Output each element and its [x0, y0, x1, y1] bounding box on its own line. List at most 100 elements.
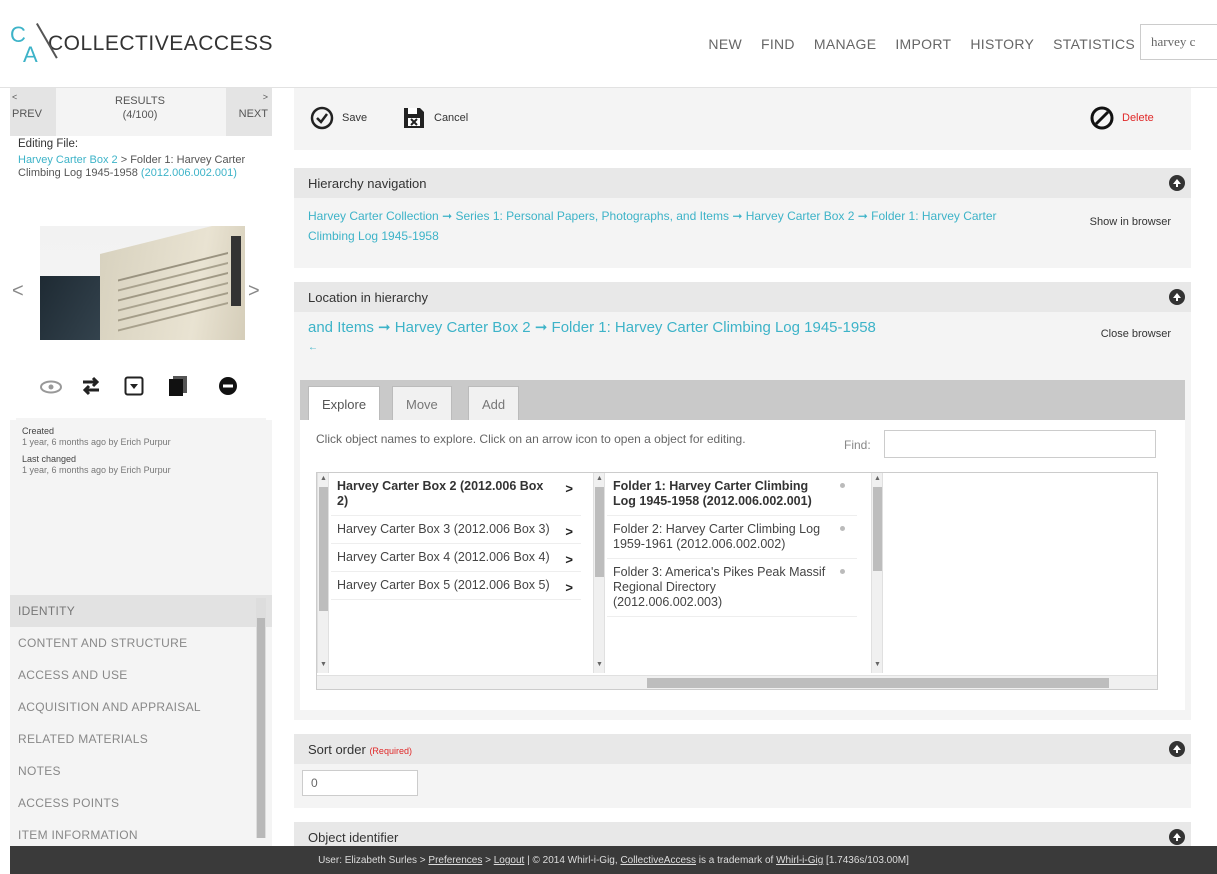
changed-label: Last changed [22, 454, 77, 464]
scrollbar-thumb[interactable] [647, 678, 1109, 688]
middle-column-scrollbar[interactable]: ▲ ▼ [593, 473, 605, 673]
explore-hint: Click object names to explore. Click on … [316, 432, 746, 446]
remove-icon[interactable] [218, 376, 238, 396]
status-dot-icon [840, 569, 845, 574]
media-actions [10, 340, 272, 420]
results-counter[interactable]: RESULTS (4/100) [100, 94, 180, 122]
eye-icon[interactable] [40, 380, 62, 394]
list-item[interactable]: Folder 2: Harvey Carter Climbing Log 195… [607, 516, 857, 559]
chevron-right-icon[interactable]: > [565, 580, 573, 595]
collapse-icon[interactable] [1169, 289, 1185, 305]
collapse-icon[interactable] [1169, 175, 1185, 191]
media-prev-icon[interactable]: < [12, 280, 24, 303]
collectiveaccess-link[interactable]: CollectiveAccess [620, 855, 696, 866]
app-logo[interactable]: C A COLLECTIVEACCESS [10, 22, 274, 67]
footer-trademark: is a trademark of [696, 855, 777, 866]
find-label: Find: [844, 438, 871, 452]
list-item[interactable]: Harvey Carter Box 4 (2012.006 Box 4) > [331, 544, 581, 572]
prev-result-button[interactable]: < PREV [10, 88, 56, 136]
hierarchy-nav-title: Hierarchy navigation [308, 176, 427, 191]
editing-label: Editing File: [18, 138, 79, 150]
editing-parent-link[interactable]: Harvey Carter Box 2 [18, 154, 118, 166]
left-column-scrollbar[interactable]: ▲ ▼ [317, 473, 329, 673]
section-nav-scrollbar[interactable] [256, 598, 266, 838]
section-notes[interactable]: NOTES [10, 755, 272, 787]
scroll-down-icon[interactable]: ▼ [596, 661, 603, 668]
hier-link-series[interactable]: Series 1: Personal Papers, Photographs, … [455, 209, 729, 223]
section-nav: IDENTITY CONTENT AND STRUCTURE ACCESS AN… [10, 595, 272, 851]
section-related[interactable]: RELATED MATERIALS [10, 723, 272, 755]
chevron-right-icon[interactable]: > [565, 481, 573, 496]
scroll-up-icon[interactable]: ▲ [320, 475, 327, 482]
list-item[interactable]: Harvey Carter Box 2 (2012.006 Box 2) > [331, 473, 581, 516]
logout-link[interactable]: Logout [494, 855, 525, 866]
quick-search-input[interactable]: harvey c [1140, 24, 1217, 60]
find-input[interactable] [884, 430, 1156, 458]
cancel-label: Cancel [434, 112, 469, 124]
dropdown-icon[interactable] [124, 376, 144, 396]
record-metadata: Created 1 year, 6 months ago by Erich Pu… [16, 418, 266, 490]
scroll-up-icon[interactable]: ▲ [874, 475, 881, 482]
section-access-use[interactable]: ACCESS AND USE [10, 659, 272, 691]
tab-move[interactable]: Move [392, 386, 452, 420]
location-breadcrumb[interactable]: and Items ➞ Harvey Carter Box 2 ➞ Folder… [294, 312, 1191, 342]
right-column-scrollbar[interactable]: ▲ ▼ [871, 473, 883, 673]
hierarchy-nav-panel: Hierarchy navigation Harvey Carter Colle… [294, 168, 1191, 268]
nav-new[interactable]: NEW [708, 36, 742, 52]
section-identity[interactable]: IDENTITY [10, 595, 272, 627]
back-arrow-icon[interactable]: ← [294, 342, 1191, 353]
scrollbar-thumb[interactable] [319, 487, 328, 611]
list-item[interactable]: Harvey Carter Box 3 (2012.006 Box 3) > [331, 516, 581, 544]
location-title: Location in hierarchy [308, 290, 428, 305]
hier-link-collection[interactable]: Harvey Carter Collection [308, 209, 439, 223]
nav-manage[interactable]: MANAGE [814, 36, 876, 52]
next-result-button[interactable]: > NEXT [226, 88, 272, 136]
sort-order-input[interactable]: 0 [302, 770, 418, 796]
nav-history[interactable]: HISTORY [970, 36, 1034, 52]
delete-button[interactable]: Delete [1090, 106, 1154, 130]
item-label: Harvey Carter Box 3 (2012.006 Box 3) [337, 522, 550, 536]
nav-find[interactable]: FIND [761, 36, 795, 52]
browser-horizontal-scrollbar[interactable] [317, 675, 1157, 689]
list-item[interactable]: Folder 3: America's Pikes Peak Massif Re… [607, 559, 857, 617]
save-label: Save [342, 112, 368, 124]
created-label: Created [22, 426, 55, 436]
hier-link-box[interactable]: Harvey Carter Box 2 [746, 209, 855, 223]
close-browser-link[interactable]: Close browser [1101, 328, 1171, 340]
duplicate-icon[interactable] [168, 375, 188, 397]
section-acquisition[interactable]: ACQUISITION AND APPRAISAL [10, 691, 272, 723]
list-item[interactable]: Folder 1: Harvey Carter Climbing Log 194… [607, 473, 857, 516]
swap-icon[interactable] [80, 376, 102, 396]
preferences-link[interactable]: Preferences [428, 855, 482, 866]
nav-statistics[interactable]: STATISTICS [1053, 36, 1135, 52]
scroll-down-icon[interactable]: ▼ [320, 661, 327, 668]
footer-sep: > [482, 855, 494, 866]
section-access-points[interactable]: ACCESS POINTS [10, 787, 272, 819]
media-next-icon[interactable]: > [248, 280, 260, 303]
tab-explore[interactable]: Explore [308, 386, 381, 420]
nav-import[interactable]: IMPORT [895, 36, 951, 52]
editing-id-link[interactable]: (2012.006.002.001) [141, 167, 237, 179]
collapse-icon[interactable] [1169, 829, 1185, 845]
location-header: Location in hierarchy [294, 282, 1191, 312]
scrollbar-thumb[interactable] [873, 487, 882, 571]
list-item[interactable]: Harvey Carter Box 5 (2012.006 Box 5) > [331, 572, 581, 600]
hierarchy-nav-header: Hierarchy navigation [294, 168, 1191, 198]
footer-bar: User: Elizabeth Surles > Preferences > L… [10, 846, 1217, 874]
delete-label: Delete [1122, 112, 1154, 124]
scroll-down-icon[interactable]: ▼ [874, 661, 881, 668]
tab-add[interactable]: Add [468, 386, 520, 420]
show-in-browser-link[interactable]: Show in browser [1090, 216, 1171, 228]
section-content-structure[interactable]: CONTENT AND STRUCTURE [10, 627, 272, 659]
scrollbar-thumb[interactable] [595, 487, 604, 577]
cancel-button[interactable]: Cancel [402, 106, 468, 130]
scrollbar-thumb[interactable] [257, 618, 265, 838]
whirligig-link[interactable]: Whirl-i-Gig [776, 855, 823, 866]
chevron-right-icon[interactable]: > [565, 552, 573, 567]
logo-text: COLLECTIVEACCESS [48, 32, 274, 55]
scroll-up-icon[interactable]: ▲ [596, 475, 603, 482]
chevron-right-icon[interactable]: > [565, 524, 573, 539]
collapse-icon[interactable] [1169, 741, 1185, 757]
left-sidebar: < PREV RESULTS (4/100) > NEXT Editing Fi… [10, 88, 272, 846]
save-button[interactable]: Save [310, 106, 367, 130]
